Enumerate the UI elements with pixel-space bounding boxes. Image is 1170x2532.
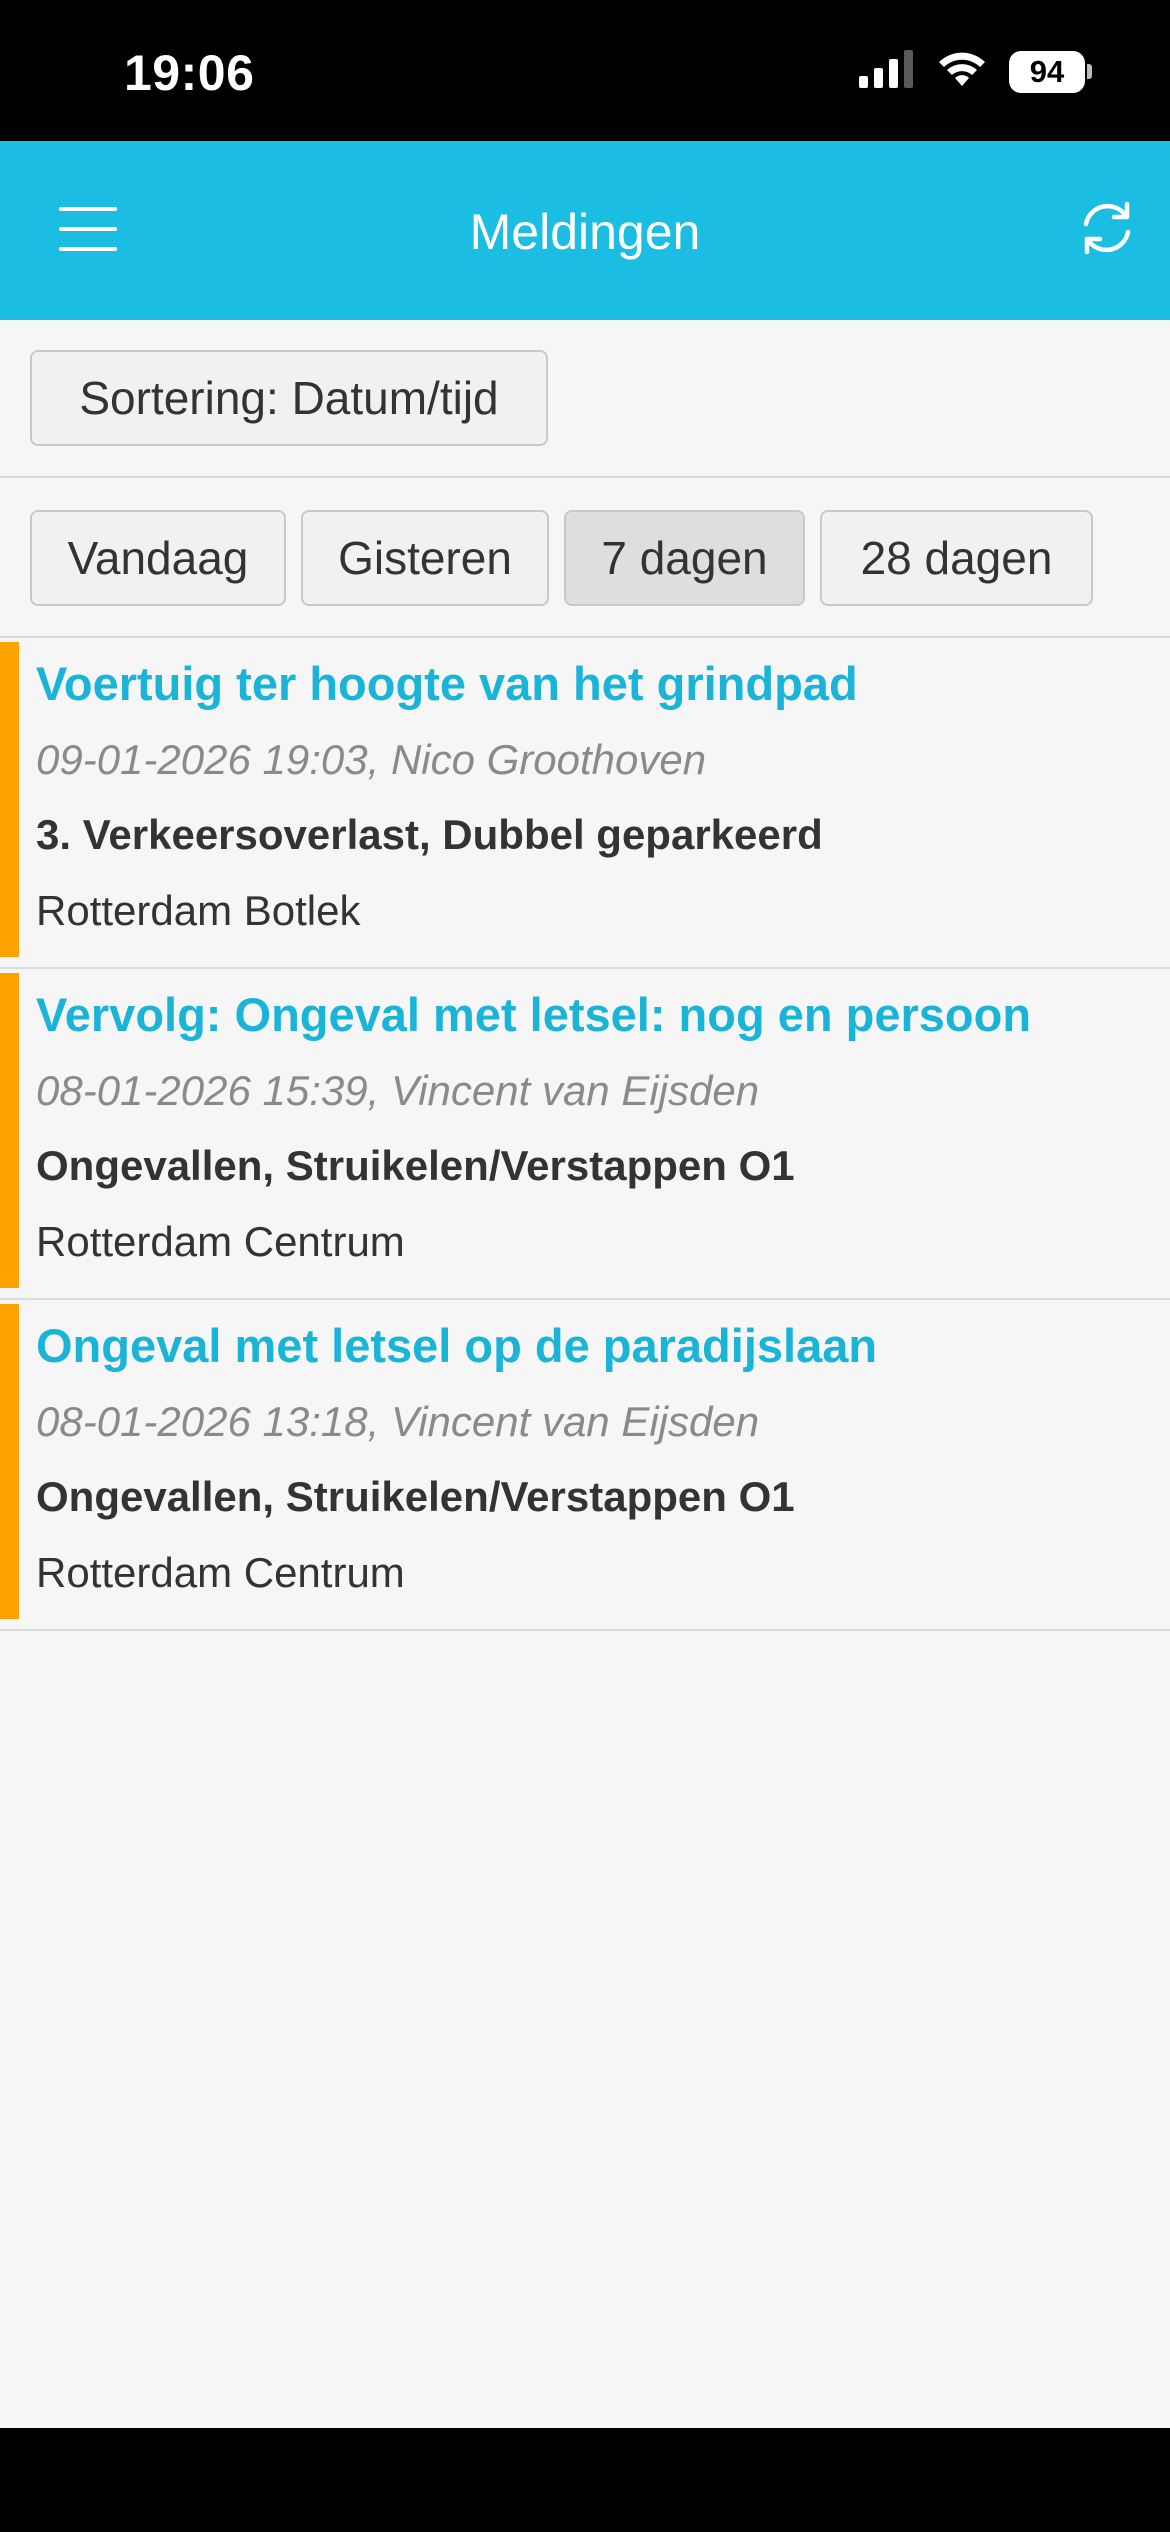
priority-indicator — [0, 973, 19, 1288]
battery-tip — [1087, 64, 1092, 79]
status-bar: 19:06 94 — [0, 0, 1170, 141]
notification-title: Voertuig ter hoogte van het grindpad — [36, 657, 858, 710]
notification-category: Ongevallen, Struikelen/Verstappen O1 — [36, 1473, 795, 1520]
status-icons: 94 — [859, 50, 1092, 93]
date-filter-bar: Vandaag Gisteren 7 dagen 28 dagen — [0, 478, 1170, 638]
priority-indicator — [0, 1304, 19, 1619]
signal-icon — [859, 50, 915, 93]
battery-icon: 94 — [1009, 50, 1092, 93]
refresh-icon[interactable] — [1070, 191, 1144, 265]
list-item[interactable]: Vervolg: Ongeval met letsel: nog en pers… — [0, 969, 1170, 1300]
wifi-icon — [937, 50, 987, 93]
notification-location: Rotterdam Centrum — [36, 1218, 405, 1265]
notification-meta: 08-01-2026 13:18, Vincent van Eijsden — [36, 1398, 760, 1445]
list-item[interactable]: Voertuig ter hoogte van het grindpad 09-… — [0, 638, 1170, 969]
filter-yesterday-button[interactable]: Gisteren — [301, 510, 549, 606]
notification-title: Vervolg: Ongeval met letsel: nog en pers… — [36, 988, 1032, 1041]
notification-category: Ongevallen, Struikelen/Verstappen O1 — [36, 1142, 795, 1189]
bottom-bar — [0, 2428, 1170, 2532]
list-item[interactable]: Ongeval met letsel op de paradijslaan 08… — [0, 1300, 1170, 1631]
sort-button[interactable]: Sortering: Datum/tijd — [30, 350, 548, 446]
page-title: Meldingen — [469, 204, 701, 260]
notification-category: 3. Verkeersoverlast, Dubbel geparkeerd — [36, 811, 823, 858]
priority-indicator — [0, 642, 19, 957]
filter-28-days-button[interactable]: 28 dagen — [820, 510, 1093, 606]
battery-level: 94 — [1009, 50, 1085, 93]
notification-location: Rotterdam Botlek — [36, 887, 361, 934]
sort-bar: Sortering: Datum/tijd — [0, 320, 1170, 478]
notification-meta: 09-01-2026 19:03, Nico Groothoven — [36, 736, 707, 783]
notification-list: Voertuig ter hoogte van het grindpad 09-… — [0, 638, 1170, 1631]
notification-location: Rotterdam Centrum — [36, 1549, 405, 1596]
filter-7-days-button[interactable]: 7 dagen — [564, 510, 805, 606]
notification-title: Ongeval met letsel op de paradijslaan — [36, 1319, 878, 1372]
status-time: 19:06 — [124, 45, 255, 101]
filter-today-button[interactable]: Vandaag — [30, 510, 286, 606]
app-header: Meldingen — [0, 141, 1170, 320]
app-screen: 19:06 94 Meldingen Sortering: Datum/tijd… — [0, 0, 1170, 2532]
notification-meta: 08-01-2026 15:39, Vincent van Eijsden — [36, 1067, 760, 1114]
